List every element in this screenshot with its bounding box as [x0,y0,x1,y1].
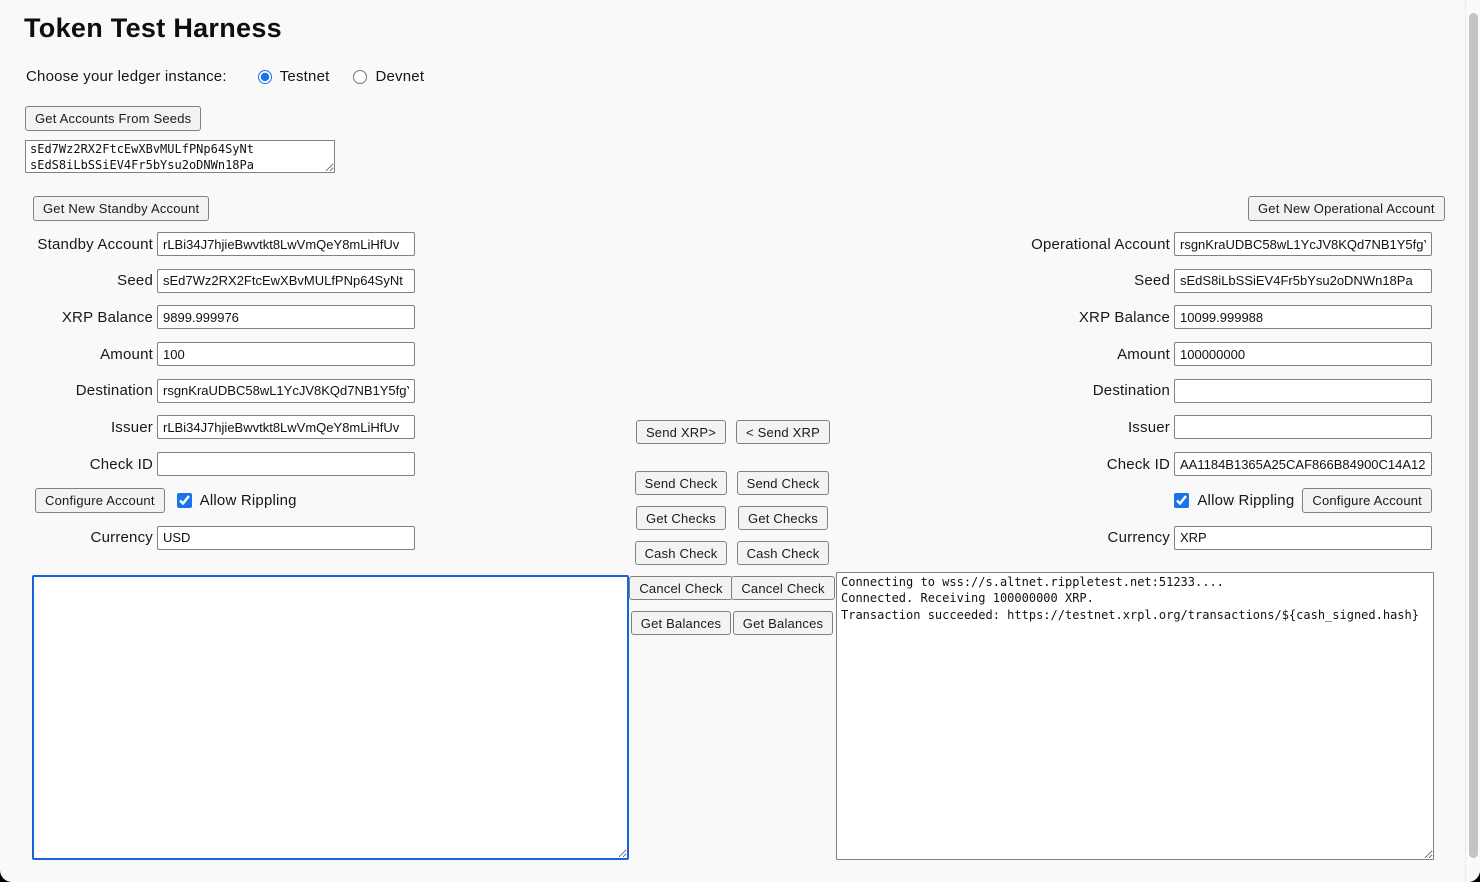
standby-send-xrp-button[interactable]: Send XRP> [636,420,726,444]
operational-transfer-buttons: < Send XRP Send Check Get Checks Cash Ch… [736,420,830,646]
standby-configure-account-button[interactable]: Configure Account [35,488,165,513]
get-new-operational-account-button[interactable]: Get New Operational Account [1248,196,1445,221]
standby-seed-row: Seed [0,269,415,293]
operational-currency-label: Currency [959,529,1174,546]
standby-account-row: Standby Account [0,232,415,256]
standby-account-input[interactable] [157,232,415,256]
operational-xrp-balance-label: XRP Balance [959,309,1174,326]
operational-check-id-label: Check ID [959,456,1174,473]
operational-currency-row: Currency [959,526,1432,550]
operational-account-row: Operational Account [959,232,1432,256]
standby-amount-input[interactable] [157,342,415,366]
radio-option-testnet[interactable]: Testnet [258,68,330,85]
devnet-radio[interactable] [353,70,367,84]
standby-currency-label: Currency [0,529,157,546]
seeds-textarea[interactable]: sEd7Wz2RX2FtcEwXBvMULfPNp64SyNt sEdS8iLb… [25,140,335,173]
operational-configure-row: Allow Rippling Configure Account [959,489,1432,513]
operational-destination-label: Destination [959,382,1174,399]
standby-results-textarea[interactable] [32,575,629,860]
operational-destination-input[interactable] [1174,379,1432,403]
operational-issuer-input[interactable] [1174,415,1432,439]
standby-xrp-balance-row: XRP Balance [0,305,415,329]
operational-currency-input[interactable] [1174,526,1432,550]
standby-cancel-check-button[interactable]: Cancel Check [629,576,732,600]
standby-allow-rippling-checkbox[interactable] [177,493,192,508]
testnet-radio-label: Testnet [280,68,330,85]
standby-seed-input[interactable] [157,269,415,293]
standby-configure-row: Configure Account Allow Rippling [0,489,415,513]
operational-cancel-check-button[interactable]: Cancel Check [731,576,834,600]
standby-destination-input[interactable] [157,379,415,403]
standby-get-balances-button[interactable]: Get Balances [631,611,731,635]
get-accounts-from-seeds-button[interactable]: Get Accounts From Seeds [25,106,201,131]
operational-send-check-button[interactable]: Send Check [737,471,830,495]
standby-destination-row: Destination [0,379,415,403]
standby-check-id-row: Check ID [0,452,415,476]
operational-check-id-input[interactable] [1174,452,1432,476]
operational-check-id-row: Check ID [959,452,1432,476]
testnet-radio[interactable] [258,70,272,84]
operational-results-textarea[interactable]: Connecting to wss://s.altnet.rippletest.… [836,572,1434,860]
page-title: Token Test Harness [24,13,282,44]
standby-check-id-input[interactable] [157,452,415,476]
standby-transfer-buttons: Send XRP> Send Check Get Checks Cash Che… [634,420,728,646]
standby-amount-row: Amount [0,342,415,366]
standby-issuer-label: Issuer [0,419,157,436]
operational-issuer-label: Issuer [959,419,1174,436]
ledger-instance-chooser: Choose your ledger instance: Testnet Dev… [26,68,448,85]
standby-cash-check-button[interactable]: Cash Check [635,541,728,565]
operational-xrp-balance-input[interactable] [1174,305,1432,329]
operational-account-input[interactable] [1174,232,1432,256]
vertical-scrollbar-track[interactable] [1465,0,1480,882]
standby-xrp-balance-input[interactable] [157,305,415,329]
operational-issuer-row: Issuer [959,415,1432,439]
token-test-harness-page: Token Test Harness Choose your ledger in… [0,0,1480,882]
operational-send-xrp-button[interactable]: < Send XRP [736,420,830,444]
standby-xrp-balance-label: XRP Balance [0,309,157,326]
operational-fields: Operational Account Seed XRP Balance Amo… [959,232,1432,562]
standby-seed-label: Seed [0,272,157,289]
operational-amount-input[interactable] [1174,342,1432,366]
operational-seed-label: Seed [959,272,1174,289]
operational-seed-input[interactable] [1174,269,1432,293]
ledger-instance-label: Choose your ledger instance: [26,68,227,85]
operational-get-checks-button[interactable]: Get Checks [738,506,828,530]
standby-issuer-row: Issuer [0,415,415,439]
standby-destination-label: Destination [0,382,157,399]
operational-xrp-balance-row: XRP Balance [959,305,1432,329]
operational-destination-row: Destination [959,379,1432,403]
operational-get-balances-button[interactable]: Get Balances [733,611,833,635]
get-new-standby-account-button[interactable]: Get New Standby Account [33,196,209,221]
operational-allow-rippling-label: Allow Rippling [1197,492,1294,509]
operational-amount-label: Amount [959,346,1174,363]
operational-amount-row: Amount [959,342,1432,366]
standby-account-label: Standby Account [0,236,157,253]
standby-fields: Standby Account Seed XRP Balance Amount … [0,232,415,562]
standby-send-check-button[interactable]: Send Check [635,471,728,495]
vertical-scrollbar-thumb[interactable] [1469,13,1478,858]
radio-option-devnet[interactable]: Devnet [353,68,424,85]
standby-issuer-input[interactable] [157,415,415,439]
standby-allow-rippling-label: Allow Rippling [200,492,297,509]
operational-cash-check-button[interactable]: Cash Check [737,541,830,565]
operational-configure-account-button[interactable]: Configure Account [1302,488,1432,513]
standby-currency-input[interactable] [157,526,415,550]
operational-account-label: Operational Account [959,236,1174,253]
operational-seed-row: Seed [959,269,1432,293]
standby-amount-label: Amount [0,346,157,363]
standby-currency-row: Currency [0,526,415,550]
standby-get-checks-button[interactable]: Get Checks [636,506,726,530]
operational-allow-rippling-checkbox[interactable] [1174,493,1189,508]
standby-check-id-label: Check ID [0,456,157,473]
devnet-radio-label: Devnet [375,68,424,85]
